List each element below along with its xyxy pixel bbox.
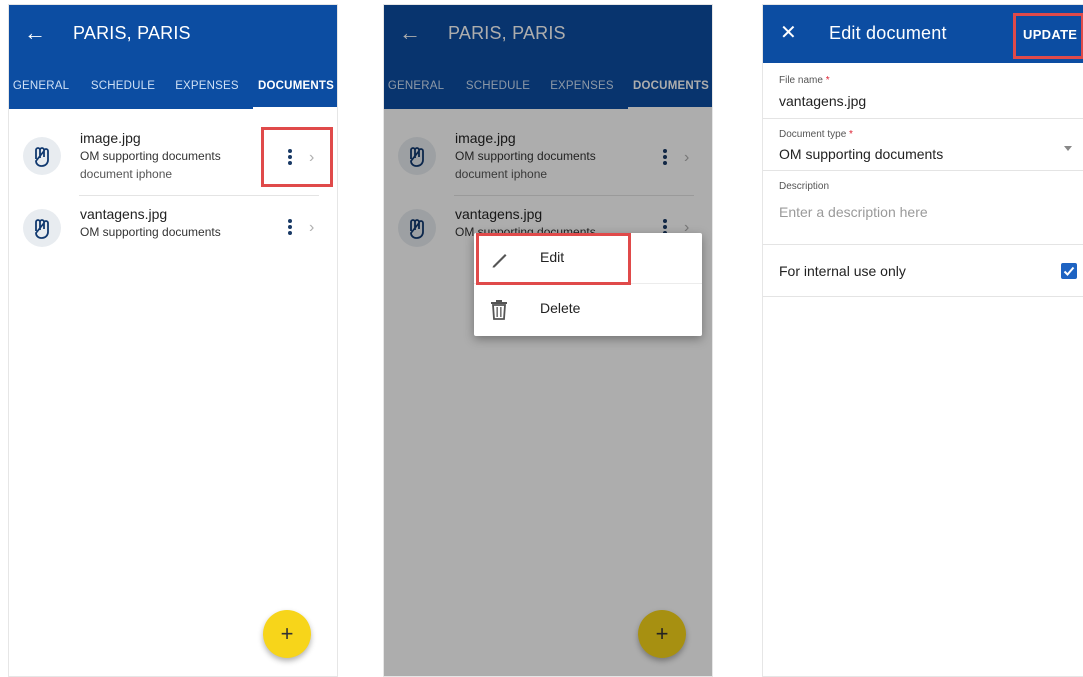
field-label: File name *	[779, 75, 830, 86]
trash-icon	[490, 300, 508, 325]
document-type: OM supporting documents	[80, 225, 221, 239]
internal-use-row[interactable]: For internal use only	[763, 245, 1083, 297]
paperclip-icon	[23, 137, 61, 175]
screenshot-stage: ← PARIS, PARIS GENERAL SCHEDULE EXPENSES…	[0, 0, 1083, 677]
field-label: Description	[779, 181, 830, 192]
document-type: OM supporting documents	[80, 149, 221, 163]
arrow-left-icon[interactable]: ←	[24, 18, 46, 48]
divider	[79, 195, 319, 196]
tab-schedule[interactable]: SCHEDULE	[87, 63, 159, 109]
close-icon[interactable]: ✕	[780, 18, 797, 48]
app-bar: ← PARIS, PARIS	[9, 5, 337, 63]
paperclip-icon	[23, 209, 61, 247]
description-input[interactable]: Enter a description here	[779, 204, 928, 220]
document-type-select[interactable]: OM supporting documents	[779, 146, 943, 162]
highlight-box	[1013, 13, 1083, 59]
tab-bar: GENERAL SCHEDULE EXPENSES DOCUMENTS	[9, 63, 337, 109]
document-description: document iphone	[80, 167, 173, 181]
tab-general[interactable]: GENERAL	[9, 63, 73, 109]
page-title: PARIS, PARIS	[73, 23, 191, 43]
highlight-box	[261, 127, 333, 187]
highlight-box	[476, 233, 631, 285]
list-item[interactable]: vantagens.jpg OM supporting documents ›	[9, 201, 337, 275]
menu-item-delete[interactable]: Delete	[474, 284, 702, 334]
tab-documents[interactable]: DOCUMENTS	[253, 63, 337, 109]
file-name-input[interactable]: vantagens.jpg	[779, 93, 866, 109]
context-menu-panel: ← PARIS, PARIS GENERAL SCHEDULE EXPENSES…	[383, 4, 713, 677]
chevron-down-icon[interactable]	[1064, 146, 1072, 151]
more-vert-icon[interactable]	[281, 217, 299, 239]
tab-expenses[interactable]: EXPENSES	[169, 63, 245, 109]
document-name: image.jpg	[80, 130, 141, 146]
internal-use-label: For internal use only	[779, 263, 906, 279]
internal-use-checkbox[interactable]	[1061, 263, 1077, 279]
documents-panel: ← PARIS, PARIS GENERAL SCHEDULE EXPENSES…	[8, 4, 338, 677]
overlay-scrim[interactable]	[384, 5, 712, 676]
file-name-field[interactable]: File name * vantagens.jpg	[763, 63, 1083, 119]
field-label: Document type *	[779, 129, 853, 140]
edit-document-panel: ✕ Edit document UPDATE File name * vanta…	[762, 4, 1083, 677]
chevron-right-icon[interactable]: ›	[309, 219, 314, 237]
document-name: vantagens.jpg	[80, 206, 168, 222]
menu-item-label: Delete	[540, 300, 581, 316]
document-type-field[interactable]: Document type * OM supporting documents	[763, 119, 1083, 171]
description-field[interactable]: Description Enter a description here	[763, 171, 1083, 245]
page-title: Edit document	[829, 23, 947, 43]
add-document-button[interactable]: +	[263, 610, 311, 658]
